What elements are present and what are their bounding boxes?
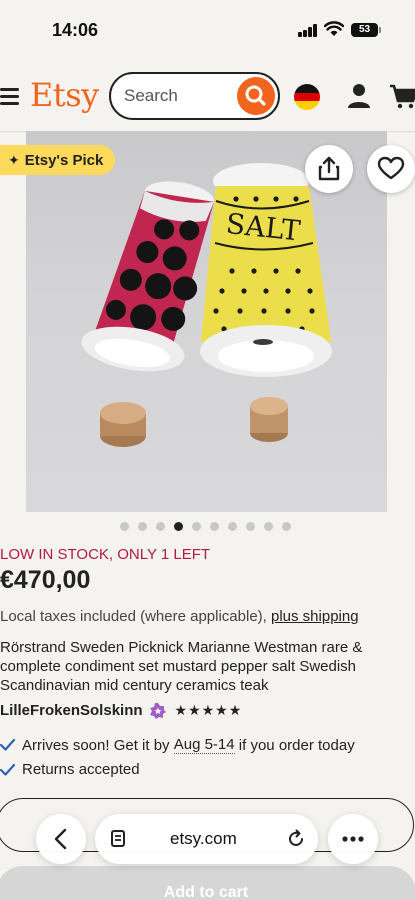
- carousel-dot[interactable]: [282, 522, 291, 531]
- image-carousel-indicator[interactable]: [120, 522, 291, 531]
- returns-info: Returns accepted: [0, 761, 140, 778]
- browser-url[interactable]: etsy.com: [170, 829, 237, 849]
- carousel-dot[interactable]: [138, 522, 147, 531]
- sparkle-icon: ✦: [8, 151, 20, 168]
- stock-notice: LOW IN STOCK, ONLY 1 LEFT: [0, 546, 211, 563]
- checkmark-icon: [0, 763, 15, 776]
- search-icon: [245, 85, 266, 106]
- wifi-icon: [324, 21, 344, 36]
- carousel-dot[interactable]: [192, 522, 201, 531]
- add-to-cart-button[interactable]: Add to cart: [0, 866, 415, 900]
- shipping-link[interactable]: plus shipping: [271, 608, 359, 625]
- reload-icon[interactable]: [285, 828, 307, 850]
- seller-name[interactable]: LilleFrokenSolskinn: [0, 702, 143, 719]
- carousel-dot[interactable]: [210, 522, 219, 531]
- arrives-suffix: if you order today: [238, 736, 355, 754]
- arrives-prefix: Arrives soon! Get it by: [22, 736, 170, 754]
- carousel-dot[interactable]: [246, 522, 255, 531]
- seller-info[interactable]: LilleFrokenSolskinn ★★★★★: [0, 702, 242, 719]
- badge-label: Etsy's Pick: [24, 151, 104, 169]
- menu-icon[interactable]: [0, 88, 20, 105]
- cart-icon[interactable]: [389, 82, 415, 110]
- heart-icon: [377, 156, 405, 180]
- product-title: Rörstrand Sweden Picknick Marianne Westm…: [0, 639, 363, 694]
- product-price: €470,00: [0, 566, 91, 594]
- carousel-dot[interactable]: [120, 522, 129, 531]
- search-input[interactable]: Search: [124, 86, 178, 106]
- tax-info: Local taxes included (where applicable),…: [0, 608, 359, 625]
- etsy-logo[interactable]: Etsy: [30, 76, 99, 114]
- arrival-dates[interactable]: Aug 5-14: [173, 736, 235, 754]
- share-button[interactable]: [305, 145, 353, 193]
- more-icon: [342, 836, 364, 842]
- germany-flag-icon[interactable]: [294, 84, 320, 110]
- rating-stars[interactable]: ★★★★★: [175, 702, 243, 719]
- carousel-dot[interactable]: [156, 522, 165, 531]
- browser-back-button[interactable]: [36, 814, 86, 864]
- favorite-button[interactable]: [367, 145, 415, 193]
- chevron-left-icon: [54, 828, 67, 850]
- tax-text: Local taxes included (where applicable),: [0, 608, 267, 625]
- browser-address-bar[interactable]: etsy.com: [95, 814, 318, 864]
- checkmark-icon: [0, 738, 15, 751]
- carousel-dot[interactable]: [264, 522, 273, 531]
- status-time: 14:06: [52, 20, 99, 40]
- carousel-dot-active[interactable]: [174, 522, 183, 531]
- search-button[interactable]: [237, 77, 275, 115]
- status-bar: 14:06 53: [0, 0, 415, 58]
- battery-icon: 53: [351, 23, 381, 37]
- search-bar[interactable]: Search: [109, 72, 280, 120]
- browser-more-button[interactable]: [328, 814, 378, 864]
- returns-text: Returns accepted: [22, 761, 140, 778]
- star-seller-icon: [149, 702, 166, 719]
- account-icon[interactable]: [347, 82, 371, 110]
- cellular-signal-icon: [298, 24, 318, 37]
- arrival-info: Arrives soon! Get it by Aug 5-14 if you …: [0, 736, 355, 754]
- etsys-pick-badge: ✦ Etsy's Pick: [0, 145, 116, 175]
- site-header: Etsy Search: [0, 62, 415, 132]
- share-icon: [318, 156, 340, 181]
- carousel-dot[interactable]: [228, 522, 237, 531]
- reader-mode-icon[interactable]: [109, 829, 129, 849]
